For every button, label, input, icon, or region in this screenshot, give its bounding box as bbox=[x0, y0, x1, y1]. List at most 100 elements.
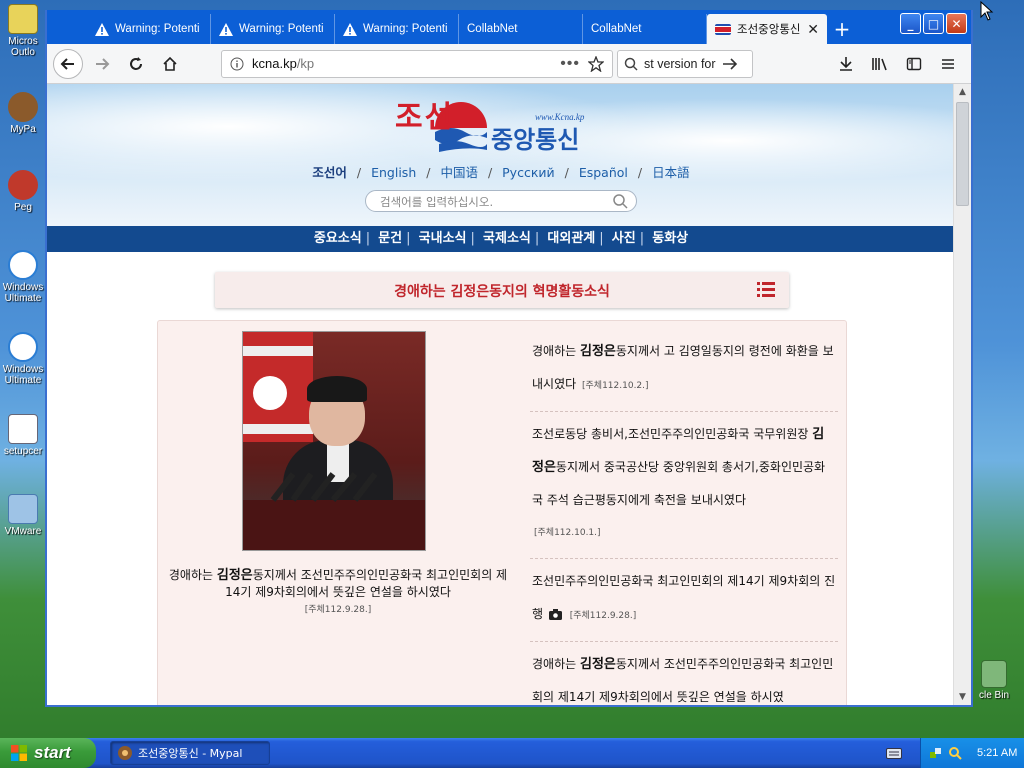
tab-warning-2[interactable]: Warning: Potenti bbox=[211, 14, 335, 44]
warning-icon bbox=[219, 22, 233, 36]
clock: 5:21 AM bbox=[977, 747, 1018, 759]
lang-spanish[interactable]: Español bbox=[579, 165, 628, 180]
tab-warning-3[interactable]: Warning: Potenti bbox=[335, 14, 459, 44]
page-actions-icon[interactable]: ••• bbox=[560, 55, 580, 73]
nav-item-international-news[interactable]: 국제소식 bbox=[483, 231, 531, 246]
news-item[interactable]: 경애하는 김정은동지께서 조선민주주의인민공화국 최고인민회의 제14기 제9차… bbox=[530, 642, 838, 705]
nav-item-domestic-news[interactable]: 국내소식 bbox=[419, 231, 467, 246]
tab-bar: Warning: Potenti Warning: Potenti Warnin… bbox=[47, 10, 971, 44]
sidebar-button[interactable] bbox=[901, 49, 927, 79]
home-button[interactable] bbox=[155, 49, 185, 79]
news-name: 김정은 bbox=[579, 344, 616, 359]
maximize-button[interactable]: □ bbox=[923, 13, 944, 34]
forward-button[interactable] bbox=[87, 49, 117, 79]
lang-english[interactable]: English bbox=[371, 165, 416, 180]
desktop-icon-recycle-bin[interactable]: cle Bin bbox=[964, 660, 1024, 701]
lead-prefix: 경애하는 bbox=[168, 568, 217, 582]
tab-kcna[interactable]: 조선중앙통신 ✕ bbox=[707, 14, 827, 44]
warning-icon bbox=[95, 22, 109, 36]
tab-warning-1[interactable]: Warning: Potenti bbox=[87, 14, 211, 44]
desktop-icon-label: Micros Outlo bbox=[8, 36, 38, 58]
bookmark-star-icon[interactable] bbox=[588, 55, 604, 72]
list-icon[interactable] bbox=[757, 282, 775, 297]
hamburger-menu-icon bbox=[942, 58, 954, 69]
desktop-icon-outlook[interactable]: Micros Outlo bbox=[0, 4, 46, 58]
downloads-button[interactable] bbox=[833, 49, 859, 79]
logo-text-jo: 조선 bbox=[395, 100, 455, 135]
browser-window: Warning: Potenti Warning: Potenti Warnin… bbox=[45, 10, 973, 707]
nav-item-videos[interactable]: 동화상 bbox=[652, 231, 688, 246]
lang-chinese[interactable]: 中国语 bbox=[440, 165, 478, 180]
search-bar[interactable]: st version for bbox=[617, 49, 753, 78]
search-go-arrow-icon[interactable] bbox=[722, 57, 738, 71]
search-icon[interactable] bbox=[612, 193, 628, 209]
desktop-icon-ie-1[interactable]: Windows Ultimate bbox=[0, 250, 46, 304]
site-search-input[interactable]: 검색어를 입력하십시오. bbox=[365, 190, 637, 212]
kcna-flag-icon bbox=[715, 23, 731, 35]
desktop-icon-pegasus[interactable]: Peg bbox=[0, 170, 46, 213]
close-tab-icon[interactable]: ✕ bbox=[807, 21, 819, 38]
lang-russian[interactable]: Русский bbox=[502, 165, 554, 180]
forward-arrow-icon bbox=[96, 57, 110, 70]
desktop-icon-vmware[interactable]: VMware bbox=[0, 494, 46, 537]
nav-item-external-relations[interactable]: 대외관계 bbox=[547, 231, 595, 246]
menu-button[interactable] bbox=[935, 49, 961, 79]
search-tray-icon[interactable] bbox=[948, 746, 962, 760]
url-bar[interactable]: kcna.kp/kp ••• bbox=[221, 49, 613, 78]
nav-item-photos[interactable]: 사진 bbox=[612, 231, 636, 246]
mouse-cursor-icon bbox=[980, 1, 994, 21]
lead-suffix: 동지께서 조선민주주의인민공화국 최고인민회의 제14기 제9차회의에서 뜻깊은… bbox=[225, 568, 508, 599]
navigation-toolbar: kcna.kp/kp ••• st version for bbox=[47, 44, 971, 84]
desktop-icon-setupcer[interactable]: setupcer bbox=[0, 414, 46, 457]
section-header[interactable]: 경애하는 김정은동지의 혁명활동소식 bbox=[215, 272, 789, 308]
lead-photo[interactable] bbox=[242, 331, 426, 551]
kcna-logo[interactable]: 조선 www.Kcna.kp 중앙통신 bbox=[395, 90, 615, 154]
news-item[interactable]: 조선로동당 총비서,조선민주주의인민공화국 국무위원장 김정은동지께서 중국공산… bbox=[530, 412, 838, 559]
nav-item-documents[interactable]: 문건 bbox=[378, 231, 402, 246]
url-domain: kcna.kp bbox=[252, 56, 297, 71]
lang-korean[interactable]: 조선어 bbox=[312, 165, 347, 180]
download-icon bbox=[840, 56, 852, 71]
news-box: 경애하는 김정은동지께서 조선민주주의인민공화국 최고인민회의 제14기 제9차… bbox=[157, 320, 847, 705]
network-icon[interactable] bbox=[929, 746, 943, 760]
back-button[interactable] bbox=[53, 48, 83, 79]
news-date: [주체112.9.28.] bbox=[569, 611, 637, 621]
start-button[interactable]: start bbox=[0, 738, 96, 768]
nav-item-important-news[interactable]: 중요소식 bbox=[314, 231, 362, 246]
sidebar-icon bbox=[906, 57, 922, 70]
scrollbar-thumb[interactable] bbox=[956, 102, 969, 206]
news-suffix: 동지께서 중국공산당 중앙위원회 총서기,중화인민공화국 주석 습근평동지에게 … bbox=[532, 460, 826, 507]
desktop-icon-label: MyPa bbox=[10, 124, 36, 135]
back-arrow-icon bbox=[60, 57, 74, 70]
tab-collabnet-1[interactable]: CollabNet bbox=[459, 14, 583, 44]
news-item[interactable]: 경애하는 김정은동지께서 고 김영일동지의 령전에 화환을 보내시였다 [주체1… bbox=[530, 329, 838, 412]
info-icon[interactable] bbox=[230, 57, 244, 71]
tab-label: CollabNet bbox=[467, 23, 518, 35]
vertical-scrollbar[interactable]: ▲ ▼ bbox=[953, 84, 971, 705]
new-tab-button[interactable]: + bbox=[827, 14, 857, 44]
reload-button[interactable] bbox=[121, 49, 151, 79]
vmware-icon bbox=[8, 494, 38, 524]
scroll-up-arrow-icon[interactable]: ▲ bbox=[954, 84, 971, 100]
lead-caption[interactable]: 경애하는 김정은동지께서 조선민주주의인민공화국 최고인민회의 제14기 제9차… bbox=[168, 567, 508, 619]
keyboard-icon[interactable] bbox=[886, 746, 902, 760]
news-prefix: 경애하는 bbox=[532, 657, 580, 671]
news-name: 김정은 bbox=[579, 657, 616, 672]
window-controls: _ □ ✕ bbox=[900, 13, 967, 34]
close-window-button[interactable]: ✕ bbox=[946, 13, 967, 34]
desktop-icon-ie-2[interactable]: Windows Ultimate bbox=[0, 332, 46, 386]
tab-collabnet-2[interactable]: CollabNet bbox=[583, 14, 707, 44]
taskbar: start 조선중앙통신 - Mypal 5:21 AM bbox=[0, 738, 1024, 768]
desktop-icon-label: Windows Ultimate bbox=[2, 364, 44, 386]
library-button[interactable] bbox=[867, 49, 893, 79]
desktop-icon-label: setupcer bbox=[3, 446, 43, 457]
tab-label: CollabNet bbox=[591, 23, 642, 35]
warning-icon bbox=[343, 22, 357, 36]
scroll-down-arrow-icon[interactable]: ▼ bbox=[954, 689, 971, 705]
news-item[interactable]: 조선민주주의인민공화국 최고인민회의 제14기 제9차회의 진행 [주체112.… bbox=[530, 559, 838, 642]
minimize-button[interactable]: _ bbox=[900, 13, 921, 34]
taskbar-item-mypal[interactable]: 조선중앙통신 - Mypal bbox=[110, 741, 270, 765]
desktop-icon-mypal[interactable]: MyPa bbox=[0, 92, 46, 135]
system-tray: 5:21 AM bbox=[920, 738, 1024, 768]
lang-japanese[interactable]: 日本語 bbox=[652, 165, 690, 180]
